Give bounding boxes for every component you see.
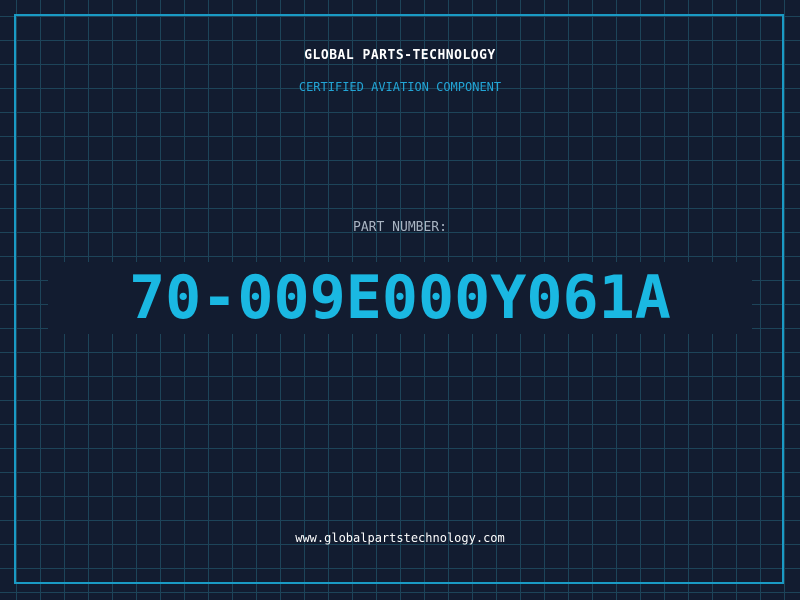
part-number-value: 70-009E000Y061A [129, 263, 671, 333]
part-number-label: PART NUMBER: [353, 220, 447, 235]
website-url: www.globalpartstechnology.com [295, 531, 505, 545]
company-name: GLOBAL PARTS-TECHNOLOGY [304, 48, 496, 63]
certification-subtitle: CERTIFIED AVIATION COMPONENT [298, 80, 502, 94]
